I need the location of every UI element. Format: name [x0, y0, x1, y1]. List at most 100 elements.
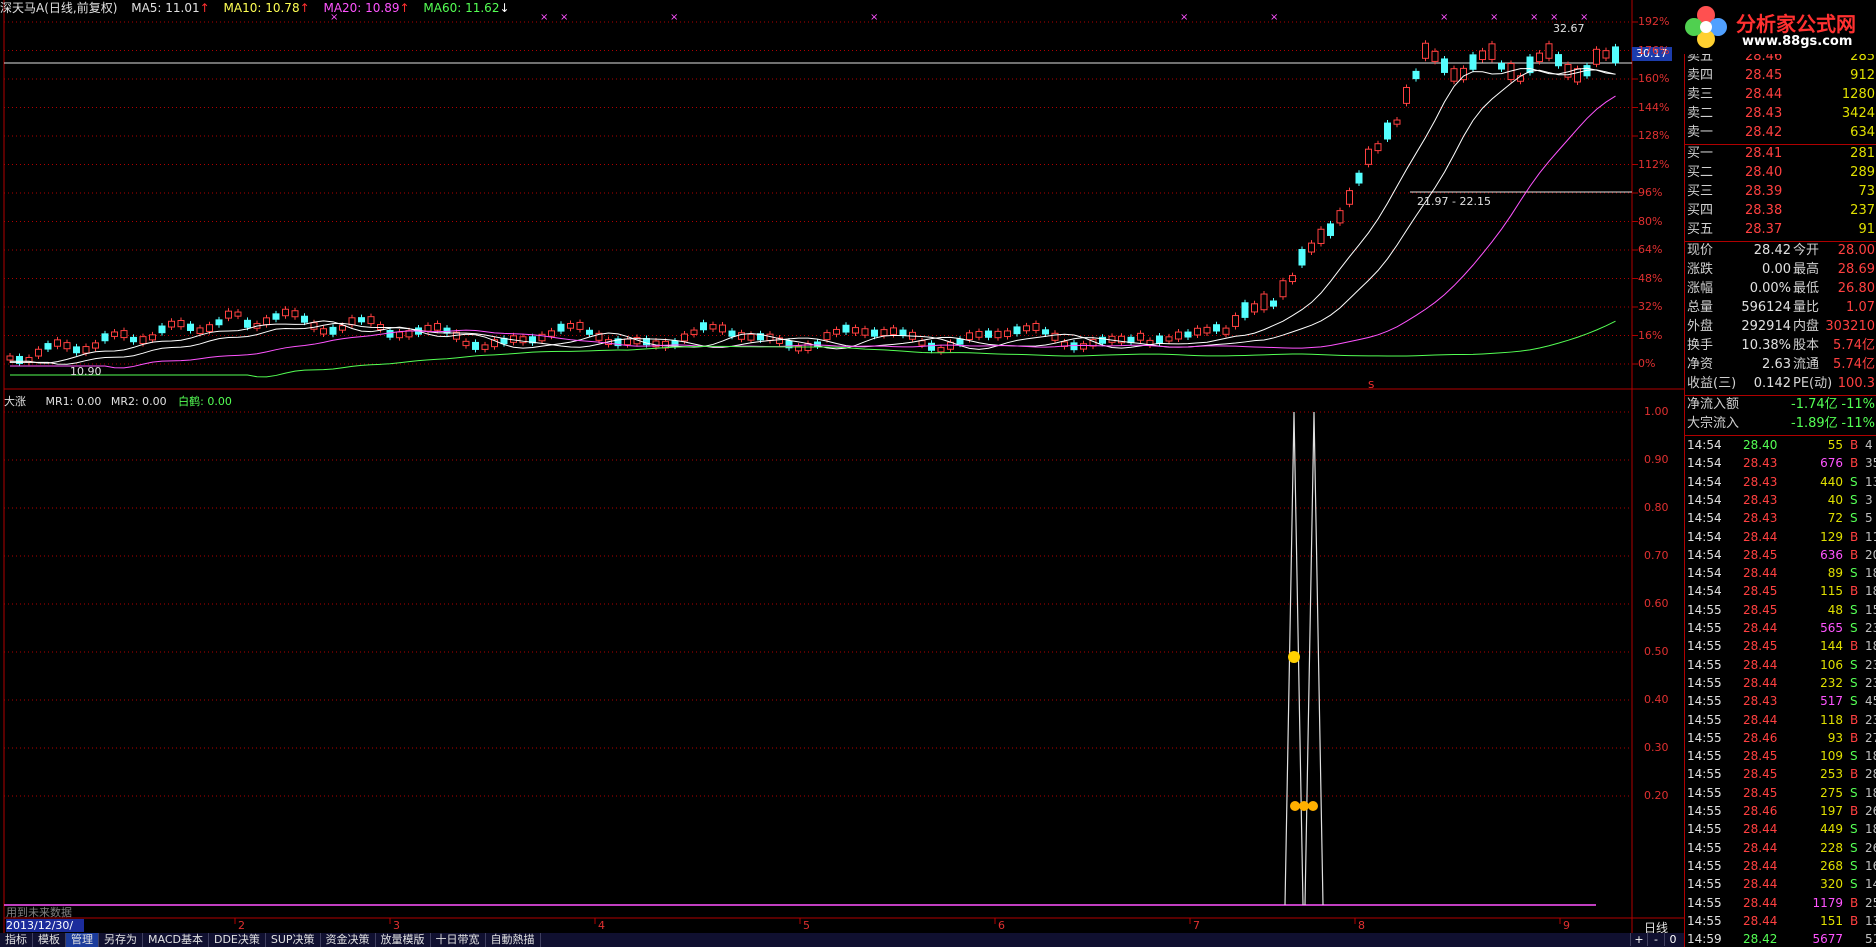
tick-price: 28.44 — [1743, 621, 1778, 635]
candle-body — [130, 336, 137, 343]
logo-url: www.88gs.com — [1742, 34, 1853, 49]
candle-body — [472, 341, 479, 350]
quote-panel: 卖五 28.46 285 卖四 28.45 912 卖三 28.44 1280 卖二 28.43 34… — [1684, 0, 1876, 947]
candle-body — [282, 308, 289, 317]
tick-direction: B — [1850, 438, 1859, 452]
candle-body — [861, 328, 869, 336]
stock-title[interactable]: 深天马A(日线,前复权) — [0, 1, 117, 15]
logo-text: 分析家公式网 — [1736, 12, 1856, 36]
quote-label: 总量 — [1687, 300, 1714, 315]
tick-row: 14:55 28.44 320 S 14 — [1685, 875, 1876, 893]
bottom-tab[interactable]: 资金决策 — [321, 933, 376, 947]
quote-label: 收益(三) — [1687, 376, 1737, 391]
bottom-tab[interactable]: 模板 — [33, 933, 66, 947]
tick-direction: S — [1850, 621, 1858, 635]
tick-row: 14:54 28.43 676 B 35 — [1685, 454, 1876, 472]
ma10-label: MA10: 10.78↑ — [223, 1, 310, 15]
buy-order-row: 买三 28.39 73 — [1685, 183, 1876, 201]
indicator-title[interactable]: 大涨 — [4, 395, 26, 408]
tick-direction: B — [1850, 804, 1859, 818]
date-label: 7 — [1193, 919, 1200, 932]
indicator-axis-label: 0.20 — [1644, 789, 1669, 802]
candle-body — [168, 320, 175, 328]
tick-count: 23 — [1865, 657, 1876, 672]
price-axis-label: 176% — [1638, 43, 1670, 57]
tick-direction: S — [1850, 511, 1858, 526]
tick-volume: 232 — [1820, 675, 1843, 690]
smiley-icon — [1288, 651, 1300, 663]
candle-body — [1213, 324, 1220, 332]
tick-time: 14:55 — [1687, 749, 1722, 764]
bottom-tab[interactable]: 放量模版 — [376, 933, 431, 947]
high-annotation: 32.67 — [1553, 22, 1585, 35]
bottom-tab[interactable]: 指标 — [0, 933, 33, 947]
tick-direction: S — [1850, 474, 1858, 489]
candle-body — [880, 329, 888, 336]
tick-volume: 320 — [1820, 877, 1843, 892]
tick-price: 28.43 — [1743, 474, 1778, 489]
chart-canvas[interactable]: × × × × × × × × × × × × — [0, 0, 1684, 933]
flow-pct: -11% — [1841, 416, 1875, 431]
candle-body — [1612, 46, 1619, 64]
tick-volume: 55 — [1827, 438, 1843, 452]
buy-order-row: 买四 28.38 237 — [1685, 202, 1876, 220]
tick-count: 23 — [1865, 675, 1876, 690]
zoom-button[interactable]: + — [1630, 933, 1647, 946]
tick-volume: 197 — [1820, 804, 1843, 818]
candle-body — [823, 332, 831, 341]
indicator-header: 大涨 MR1: 0.00 MR2: 0.00 白鹤: 0.00 — [4, 393, 232, 409]
tick-direction: S — [1850, 822, 1858, 837]
bottom-tab[interactable]: 十日带宽 — [431, 933, 486, 947]
tick-price: 28.46 — [1743, 730, 1778, 745]
signal-x-mark: × — [870, 12, 878, 23]
tick-volume: 93 — [1827, 730, 1843, 745]
bottom-tab[interactable]: 管理 — [66, 933, 99, 947]
buy-order-row: 买一 28.41 281 — [1685, 145, 1876, 163]
candle-body — [1156, 335, 1163, 344]
tick-direction: B — [1850, 529, 1859, 544]
tick-count: 27 — [1865, 730, 1876, 745]
buy-order-row: 买五 28.37 91 — [1685, 221, 1876, 239]
candle-body — [576, 321, 584, 330]
bottom-tab[interactable]: SUP决策 — [266, 933, 321, 947]
tick-price: 28.43 — [1743, 511, 1778, 526]
candle-body — [700, 322, 707, 331]
tick-price: 28.45 — [1743, 639, 1778, 654]
candle-body — [1184, 331, 1192, 338]
bottom-tab[interactable]: DDE决策 — [209, 933, 266, 947]
tick-count: 13 — [1865, 913, 1876, 928]
quote-label: 最低 — [1793, 281, 1820, 296]
price-axis-label: 80% — [1638, 214, 1663, 228]
candle-body — [1526, 56, 1534, 74]
candle-body — [320, 328, 327, 335]
price-axis-label: 32% — [1638, 300, 1663, 313]
price-axis-label: 160% — [1638, 72, 1670, 85]
quote-label: 流通 — [1793, 357, 1820, 372]
tick-row: 14:55 28.44 1179 B 25 — [1685, 894, 1876, 912]
tick-count: 18 — [1865, 566, 1876, 581]
tick-time: 14:55 — [1687, 895, 1722, 910]
candle-body — [1450, 68, 1458, 82]
ma60-label: MA60: 11.62↓ — [423, 1, 510, 15]
candle-body — [35, 348, 42, 357]
bottom-tab[interactable]: 自動熱描 — [486, 933, 541, 947]
sell-order-row: 卖三 28.44 1280 — [1685, 86, 1876, 104]
bottom-tab[interactable]: MACD基本 — [143, 933, 209, 947]
signal-x-mark: × — [1530, 12, 1538, 23]
tick-price: 28.44 — [1743, 657, 1778, 672]
quote-label: 净资 — [1687, 357, 1714, 372]
tick-time: 14:55 — [1687, 785, 1722, 800]
tick-count: 13 — [1865, 474, 1876, 489]
candle-body — [1545, 43, 1553, 59]
quote-value: 0.00% — [1749, 281, 1791, 296]
quote-value: 5.74亿 — [1833, 357, 1875, 372]
zoom-button[interactable]: - — [1647, 933, 1664, 946]
price-axis-label: 0% — [1638, 357, 1656, 370]
bottom-tab[interactable]: 另存为 — [99, 933, 143, 947]
candle-body — [690, 329, 698, 335]
order-volume: 912 — [1850, 68, 1875, 83]
candle-body — [1203, 326, 1211, 334]
tick-row: 14:55 28.44 228 S 26 — [1685, 839, 1876, 857]
tick-volume: 1179 — [1812, 895, 1843, 910]
zoom-button[interactable]: 0 — [1664, 933, 1681, 946]
